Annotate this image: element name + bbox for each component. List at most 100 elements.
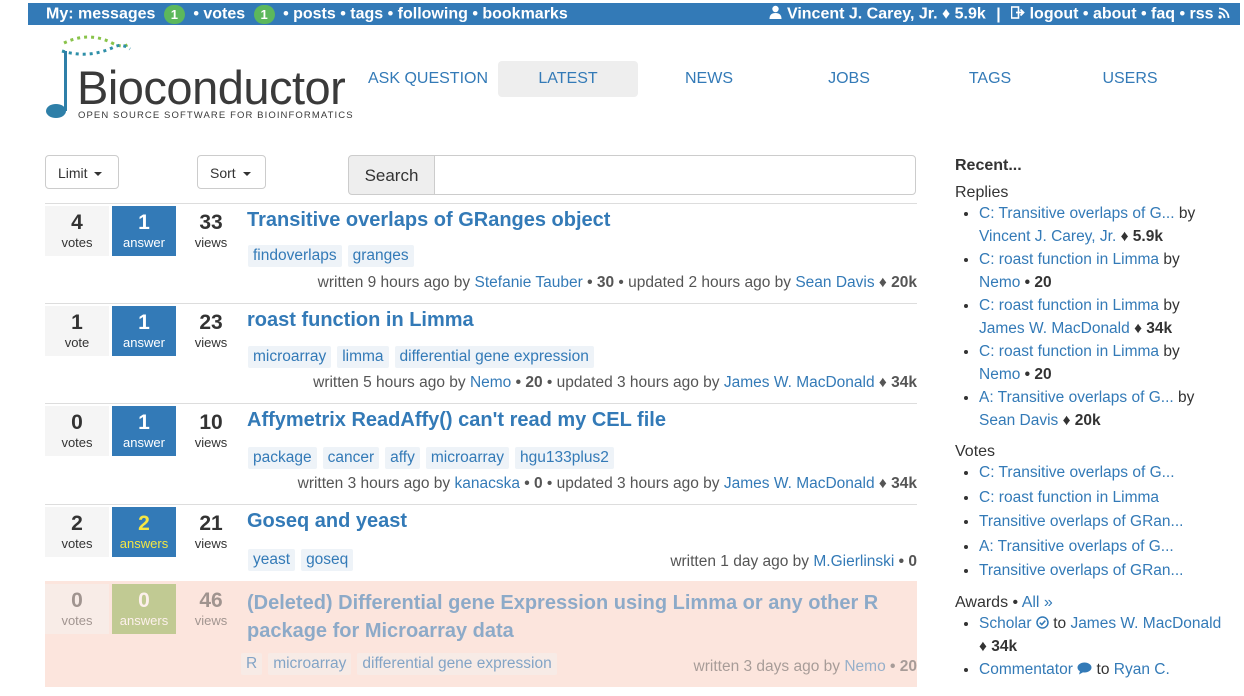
nav-users[interactable]: USERS	[1060, 61, 1200, 97]
vote-link[interactable]: C: Transitive overlaps of G...	[979, 464, 1175, 481]
limit-dropdown[interactable]: Limit	[45, 155, 119, 189]
badge-link[interactable]: Scholar	[979, 615, 1032, 632]
post-meta: written 3 hours ago by kanacska • 0 • up…	[298, 475, 917, 493]
tag-limma[interactable]: limma	[337, 346, 389, 368]
tag-goseq[interactable]: goseq	[301, 549, 354, 571]
user-link[interactable]: Nemo	[979, 274, 1020, 291]
updater-rep: ♦ 20k	[878, 274, 917, 291]
awards-all-link[interactable]: All »	[1022, 594, 1053, 611]
tag-differential-gene-expression[interactable]: differential gene expression	[394, 346, 594, 368]
view-label: views	[194, 335, 228, 350]
vote-link[interactable]: Transitive overlaps of GRan...	[979, 513, 1183, 530]
author-link[interactable]: Nemo	[470, 374, 511, 391]
user-link[interactable]: Vincent J. Carey, Jr.	[979, 228, 1116, 245]
view-count: 23	[199, 311, 223, 334]
tag-microarray[interactable]: microarray	[425, 447, 510, 469]
rss-icon	[1218, 6, 1230, 23]
post-title-link[interactable]: roast function in Limma	[247, 306, 887, 334]
reply-link[interactable]: C: roast function in Limma	[979, 297, 1159, 314]
badge-link[interactable]: Commentator	[979, 661, 1073, 678]
search-input[interactable]	[434, 155, 916, 195]
tag-microarray[interactable]: microarray	[248, 346, 332, 368]
tag-findoverlaps[interactable]: findoverlaps	[248, 245, 342, 267]
nav-tags[interactable]: TAGS	[920, 61, 1060, 97]
author-link[interactable]: M.Gierlinski	[813, 553, 894, 570]
user-link[interactable]: Ryan C.	[1114, 661, 1170, 678]
reply-link[interactable]: C: Transitive overlaps of G...	[979, 205, 1175, 222]
post-title-link[interactable]: Transitive overlaps of GRanges object	[247, 206, 887, 234]
user-rep: • 20	[1024, 366, 1052, 383]
answer-count-box: 1 answer	[112, 406, 176, 456]
user-link[interactable]: James W. MacDonald	[1070, 615, 1221, 632]
author-link[interactable]: Nemo	[844, 658, 885, 675]
tag-r[interactable]: R	[241, 653, 263, 675]
post-meta: written 5 hours ago by Nemo • 20 • updat…	[313, 374, 917, 392]
user-link[interactable]: Sean Davis	[979, 412, 1058, 429]
author-link[interactable]: kanacska	[454, 475, 519, 492]
nav-jobs[interactable]: JOBS	[779, 61, 919, 97]
author-link[interactable]: Stefanie Tauber	[475, 274, 583, 291]
post-item: 2 votes 2 answers 21 views Goseq and yea…	[45, 504, 917, 581]
tag-microarray[interactable]: microarray	[268, 653, 352, 675]
list-item: C: roast function in Limma by Nemo • 20	[979, 248, 1225, 294]
answer-count-box: 1 answer	[112, 306, 176, 356]
answer-count-box: 0 answers	[112, 584, 176, 634]
top-nav-links[interactable]: • posts • tags • following • bookmarks	[283, 6, 568, 23]
about-link[interactable]: • about	[1083, 6, 1137, 23]
user-link[interactable]: James W. MacDonald	[979, 320, 1130, 337]
answer-label: answer	[123, 335, 165, 350]
vote-link[interactable]: Transitive overlaps of GRan...	[979, 562, 1183, 579]
updater-link[interactable]: James W. MacDonald	[724, 374, 875, 391]
nav-latest[interactable]: LATEST	[498, 61, 638, 97]
updater-link[interactable]: Sean Davis	[795, 274, 874, 291]
written-text: written 3 hours ago by	[297, 475, 451, 492]
list-item: C: roast function in Limma by James W. M…	[979, 294, 1225, 340]
post-title-link[interactable]: (Deleted) Differential gene Expression u…	[247, 589, 887, 645]
vote-link[interactable]: A: Transitive overlaps of G...	[979, 538, 1174, 555]
tag-package[interactable]: package	[248, 447, 317, 469]
votes-count-badge: 1	[253, 5, 275, 24]
logout-link[interactable]: logout	[1030, 6, 1079, 23]
answer-count-box: 2 answers	[112, 507, 176, 557]
updater-link[interactable]: James W. MacDonald	[724, 475, 875, 492]
reply-link[interactable]: A: Transitive overlaps of G...	[979, 389, 1174, 406]
vote-count-box: 4 votes	[45, 206, 109, 256]
list-item: Commentator to Ryan C.	[979, 658, 1225, 681]
user-profile-link[interactable]: Vincent J. Carey, Jr.	[787, 6, 938, 23]
awards-list: Scholar to James W. MacDonald ♦ 34k Comm…	[955, 612, 1225, 681]
tag-hgu133plus2[interactable]: hgu133plus2	[515, 447, 614, 469]
faq-link[interactable]: • faq	[1141, 6, 1175, 23]
check-circle-icon	[1036, 615, 1049, 632]
view-count: 46	[199, 589, 223, 612]
list-item: C: Transitive overlaps of G... by Vincen…	[979, 202, 1225, 248]
view-count-box: 10 views	[179, 406, 243, 456]
reply-link[interactable]: C: roast function in Limma	[979, 251, 1159, 268]
post-title-link[interactable]: Affymetrix ReadAffy() can't read my CEL …	[247, 406, 887, 434]
rss-link[interactable]: • rss	[1179, 6, 1213, 23]
nav-news[interactable]: NEWS	[639, 61, 779, 97]
tag-differential-gene-expression[interactable]: differential gene expression	[357, 653, 557, 675]
user-rep: ♦ 34k	[1134, 320, 1173, 337]
view-label: views	[194, 235, 228, 250]
user-link[interactable]: Nemo	[979, 366, 1020, 383]
tag-cancer[interactable]: cancer	[322, 447, 380, 469]
vote-count: 4	[71, 211, 83, 234]
user-rep: ♦ 20k	[1062, 412, 1101, 429]
votes-link[interactable]: • votes	[193, 6, 245, 23]
tag-yeast[interactable]: yeast	[248, 549, 296, 571]
reply-link[interactable]: C: roast function in Limma	[979, 343, 1159, 360]
tag-granges[interactable]: granges	[347, 245, 414, 267]
nav-ask-question[interactable]: ASK QUESTION	[358, 61, 498, 97]
sort-dropdown[interactable]: Sort	[197, 155, 266, 189]
messages-link[interactable]: messages	[78, 6, 155, 23]
vote-label: votes	[61, 536, 93, 551]
view-label: views	[194, 536, 228, 551]
search-button[interactable]: Search	[348, 155, 435, 195]
vote-link[interactable]: C: roast function in Limma	[979, 489, 1159, 506]
author-rep: • 20	[515, 374, 543, 391]
answer-label: answers	[119, 536, 169, 551]
tag-affy[interactable]: affy	[385, 447, 420, 469]
post-title-link[interactable]: Goseq and yeast	[247, 507, 887, 535]
bioconductor-logo[interactable]: Bioconductor OPEN SOURCE SOFTWARE FOR BI…	[44, 33, 353, 123]
post-meta: written 9 hours ago by Stefanie Tauber •…	[318, 274, 917, 292]
